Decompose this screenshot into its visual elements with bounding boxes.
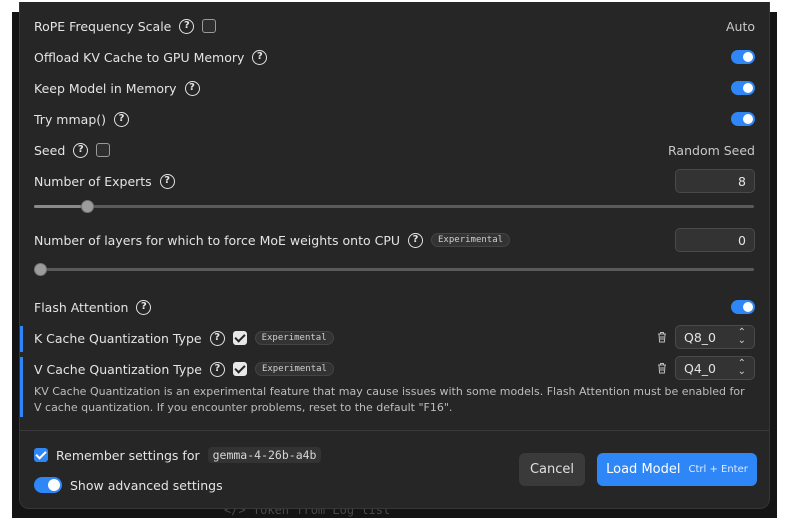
v-cache-row: V Cache Quantization Type ? Experimental…	[20, 356, 769, 382]
v-cache-label: V Cache Quantization Type	[34, 361, 202, 377]
keyboard-shortcut-hint: Ctrl + Enter	[688, 464, 748, 475]
k-cache-checkbox[interactable]	[232, 331, 247, 345]
seed-label: Seed	[34, 142, 66, 158]
rope-row: RoPE Frequency Scale ? Auto	[20, 13, 769, 39]
help-icon[interactable]: ?	[408, 232, 424, 248]
v-cache-select[interactable]: Q4_0 ⌃ ⌄	[675, 356, 755, 380]
seed-row: Seed ? Random Seed	[20, 137, 769, 163]
experts-slider-fill	[34, 205, 81, 208]
advanced-settings-row: Show advanced settings	[34, 475, 223, 495]
help-icon[interactable]: ?	[209, 330, 225, 346]
remember-settings-checkbox[interactable]	[34, 448, 48, 462]
help-icon[interactable]: ?	[179, 18, 195, 34]
remember-settings-label: Remember settings for	[56, 447, 200, 463]
help-icon[interactable]: ?	[159, 173, 175, 189]
chevron-up-down-icon: ⌃ ⌄	[737, 327, 746, 346]
v-cache-checkbox[interactable]	[232, 362, 247, 376]
keep-model-label: Keep Model in Memory	[34, 80, 177, 96]
experts-label: Number of Experts	[34, 173, 152, 189]
rope-label: RoPE Frequency Scale	[34, 18, 172, 34]
load-model-button[interactable]: Load Model Ctrl + Enter	[597, 453, 757, 486]
experimental-badge: Experimental	[254, 362, 334, 376]
offload-kv-row: Offload KV Cache to GPU Memory ?	[20, 44, 769, 70]
trash-icon[interactable]	[657, 362, 667, 374]
rope-value: Auto	[725, 18, 755, 34]
flash-attention-row: Flash Attention ?	[20, 294, 769, 320]
experts-slider-thumb[interactable]	[80, 200, 94, 213]
keep-model-toggle[interactable]	[731, 81, 755, 95]
k-cache-select[interactable]: Q8_0 ⌃ ⌄	[675, 325, 755, 349]
offload-kv-label: Offload KV Cache to GPU Memory	[34, 49, 245, 65]
experimental-badge: Experimental	[254, 331, 334, 345]
model-name-chip: gemma-4-26b-a4b	[207, 447, 322, 463]
k-cache-value: Q8_0	[684, 330, 716, 345]
moe-cpu-input[interactable]: 0	[675, 228, 755, 252]
experts-slider[interactable]	[34, 200, 754, 213]
flash-attention-toggle[interactable]	[731, 300, 755, 314]
v-cache-value: Q4_0	[684, 361, 716, 376]
help-icon[interactable]: ?	[73, 142, 89, 158]
help-icon[interactable]: ?	[184, 80, 200, 96]
chevron-up-down-icon: ⌃ ⌄	[737, 358, 746, 377]
help-icon[interactable]: ?	[136, 299, 152, 315]
kv-quantization-note: KV Cache Quantization is an experimental…	[34, 385, 745, 414]
remember-settings-row: Remember settings for gemma-4-26b-a4b	[34, 445, 322, 465]
cancel-button[interactable]: Cancel	[519, 453, 585, 486]
load-model-button-label: Load Model	[606, 462, 681, 477]
k-cache-label: K Cache Quantization Type	[34, 330, 202, 346]
seed-value: Random Seed	[668, 142, 755, 158]
help-icon[interactable]: ?	[209, 361, 225, 377]
help-icon[interactable]: ?	[252, 49, 268, 65]
load-model-dialog: RoPE Frequency Scale ? Auto Offload KV C…	[19, 2, 770, 509]
moe-cpu-row: Number of layers for which to force MoE …	[20, 227, 769, 253]
moe-cpu-slider-thumb[interactable]	[34, 263, 47, 276]
cancel-button-label: Cancel	[529, 462, 575, 477]
help-icon[interactable]: ?	[114, 111, 130, 127]
rope-checkbox[interactable]	[202, 19, 217, 33]
offload-kv-toggle[interactable]	[731, 50, 755, 64]
k-cache-row: K Cache Quantization Type ? Experimental…	[20, 325, 769, 351]
footer-divider	[20, 430, 769, 431]
flash-attention-label: Flash Attention	[34, 299, 129, 315]
experts-input[interactable]: 8	[675, 169, 755, 193]
experimental-badge: Experimental	[431, 233, 511, 247]
moe-cpu-slider[interactable]	[34, 263, 754, 276]
moe-cpu-label: Number of layers for which to force MoE …	[34, 232, 401, 248]
trash-icon[interactable]	[657, 331, 667, 343]
mmap-row: Try mmap() ?	[20, 106, 769, 132]
advanced-settings-label: Show advanced settings	[70, 477, 223, 493]
seed-checkbox[interactable]	[96, 143, 111, 157]
mmap-toggle[interactable]	[731, 112, 755, 126]
advanced-settings-toggle[interactable]	[34, 477, 62, 493]
experts-row: Number of Experts ? 8	[20, 168, 769, 194]
mmap-label: Try mmap()	[34, 111, 107, 127]
keep-model-row: Keep Model in Memory ?	[20, 75, 769, 101]
